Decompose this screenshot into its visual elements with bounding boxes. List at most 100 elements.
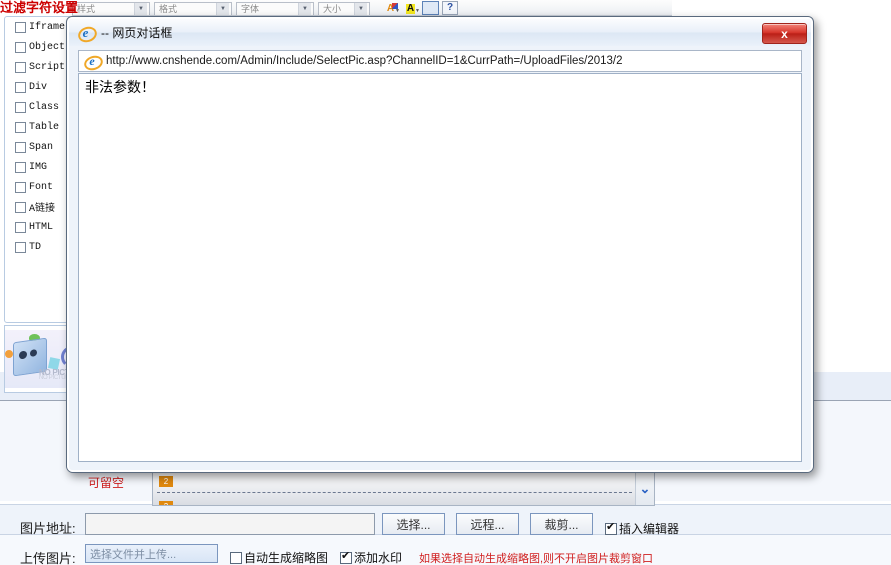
size-combo-label: 大小	[323, 3, 342, 14]
auto-thumbnail-checkbox[interactable]: 自动生成缩略图	[230, 549, 328, 565]
upload-hint-text: 如果选择自动生成缩略图,则不开启图片裁剪窗口	[419, 553, 654, 565]
decorative-dot-icon	[5, 350, 13, 358]
watermark-label: 添加水印	[354, 551, 403, 565]
chevron-down-icon[interactable]: ▼	[395, 8, 400, 14]
close-button[interactable]: x	[762, 23, 807, 44]
checkbox-icon[interactable]	[15, 181, 26, 193]
style-combo-label: 样式	[77, 3, 96, 14]
checkbox-icon[interactable]	[15, 121, 26, 133]
image-url-input[interactable]	[85, 513, 375, 535]
select-picture-button[interactable]: 选择...	[382, 513, 445, 535]
checkbox-icon[interactable]	[230, 551, 242, 564]
highlight-glyph: A	[405, 2, 416, 14]
filter-item-iframe[interactable]: Iframe	[5, 17, 71, 37]
ie-letter-icon: e	[89, 54, 95, 68]
editor-toolbar: 样式 ▼ 格式 ▼ 字体 ▼ 大小 ▼ A ▼ A ▼ ?	[72, 0, 672, 16]
filter-item-label: Span	[29, 141, 54, 153]
filter-item-label: Class	[29, 101, 60, 113]
filter-item-label: Object	[29, 41, 66, 53]
list-item-divider	[157, 492, 632, 493]
filter-item-object[interactable]: Object	[5, 37, 71, 57]
dialog-content-area: 非法参数！	[78, 73, 802, 462]
watermark-checkbox[interactable]: 添加水印	[340, 549, 402, 565]
list-item-badge: 2	[159, 476, 173, 487]
checkbox-icon[interactable]	[340, 550, 352, 564]
filter-settings-panel: Iframe Object Script Div Class Table Spa…	[4, 16, 72, 323]
image-url-label: 图片地址:	[20, 521, 76, 536]
style-combo[interactable]: 样式 ▼	[72, 2, 150, 15]
filter-item-td[interactable]: TD	[5, 237, 71, 257]
size-combo[interactable]: 大小 ▼	[318, 2, 370, 15]
format-combo[interactable]: 格式 ▼	[154, 2, 232, 15]
dialog-address-bar[interactable]: e http://www.cnshende.com/Admin/Include/…	[78, 50, 802, 73]
insert-editor-checkbox[interactable]: 插入编辑器	[605, 520, 679, 537]
filter-item-font[interactable]: Font	[5, 177, 71, 197]
font-combo[interactable]: 字体 ▼	[236, 2, 314, 15]
toolbar-icon-group: A ▼ A ▼ ?	[382, 1, 458, 15]
chevron-down-icon[interactable]: ▼	[134, 3, 147, 15]
filter-item-html[interactable]: HTML	[5, 217, 71, 237]
filter-item-span[interactable]: Span	[5, 137, 71, 157]
screen: 样式 ▼ 格式 ▼ 字体 ▼ 大小 ▼ A ▼ A ▼ ? 过滤字符设置 Ifr…	[0, 0, 891, 565]
chevron-down-icon[interactable]: ▼	[216, 3, 229, 15]
format-combo-label: 格式	[159, 3, 178, 14]
checkbox-icon[interactable]	[15, 221, 26, 233]
filter-item-class[interactable]: Class	[5, 97, 71, 117]
help-icon[interactable]: ?	[442, 1, 458, 15]
no-picture-placeholder-image: NO PICTURE NO PICTURE	[5, 330, 67, 388]
select-scrollbar[interactable]: ⌄	[635, 471, 654, 505]
text-highlight-icon[interactable]: A ▼	[402, 2, 420, 15]
insert-editor-label: 插入编辑器	[619, 522, 680, 536]
filter-item-label: TD	[29, 241, 42, 253]
chevron-down-icon[interactable]: ▼	[354, 3, 367, 15]
chevron-down-icon[interactable]: ▼	[415, 8, 420, 14]
internet-explorer-icon: e	[76, 24, 99, 45]
filter-item-div[interactable]: Div	[5, 77, 71, 97]
auto-thumbnail-label: 自动生成缩略图	[244, 551, 329, 565]
checkbox-icon[interactable]	[15, 141, 26, 153]
checkbox-icon[interactable]	[605, 521, 617, 535]
help-glyph: ?	[446, 2, 454, 13]
dialog-title: -- 网页对话框	[101, 26, 173, 40]
checkbox-icon[interactable]	[15, 21, 26, 33]
checkbox-icon[interactable]	[15, 61, 26, 73]
checkbox-icon[interactable]	[15, 81, 26, 93]
dialog-message: 非法参数！	[85, 79, 155, 95]
checkbox-icon[interactable]	[15, 161, 26, 173]
internet-explorer-icon: e	[82, 53, 105, 73]
filter-item-label: A链接	[29, 204, 56, 215]
filter-item-a-link[interactable]: A链接	[5, 197, 71, 217]
no-picture-text-shadow: NO PICTURE	[39, 375, 67, 381]
filter-item-label: Font	[29, 181, 54, 193]
checkbox-icon[interactable]	[15, 101, 26, 113]
filter-item-label: Table	[29, 121, 60, 133]
filter-item-table[interactable]: Table	[5, 117, 71, 137]
list-item-badge: 2	[159, 501, 173, 505]
image-list-select[interactable]: 2 2 ⌄	[152, 470, 655, 506]
ie-letter-icon: e	[82, 25, 89, 40]
filter-item-img[interactable]: IMG	[5, 157, 71, 177]
web-dialog: e -- 网页对话框 x e http://www.cnshende.com/A…	[66, 16, 814, 473]
filter-item-label: Div	[29, 81, 48, 93]
checkbox-icon[interactable]	[15, 41, 26, 53]
dialog-url-text: http://www.cnshende.com/Admin/Include/Se…	[106, 55, 623, 67]
optional-note: 可留空	[88, 476, 125, 490]
crop-picture-button[interactable]: 裁剪...	[530, 513, 593, 535]
chevron-down-icon[interactable]: ▼	[298, 3, 311, 15]
filter-settings-title: 过滤字符设置	[0, 0, 79, 15]
insert-table-icon[interactable]	[422, 1, 439, 15]
filter-item-label: HTML	[29, 221, 54, 233]
upload-image-label: 上传图片:	[20, 551, 76, 565]
upload-file-input[interactable]: 选择文件并上传...	[85, 544, 218, 563]
checkbox-icon[interactable]	[15, 201, 26, 213]
filter-item-label: IMG	[29, 161, 48, 173]
remote-picture-button[interactable]: 远程...	[456, 513, 519, 535]
filter-item-label: Script	[29, 61, 66, 73]
font-combo-label: 字体	[241, 3, 260, 14]
font-color-icon[interactable]: A ▼	[382, 2, 400, 15]
filter-item-script[interactable]: Script	[5, 57, 71, 77]
dialog-titlebar[interactable]: e -- 网页对话框 x	[69, 19, 811, 46]
thumbnail-preview: NO PICTURE NO PICTURE	[4, 325, 68, 393]
chevron-down-icon[interactable]: ⌄	[640, 482, 651, 495]
checkbox-icon[interactable]	[15, 241, 26, 253]
